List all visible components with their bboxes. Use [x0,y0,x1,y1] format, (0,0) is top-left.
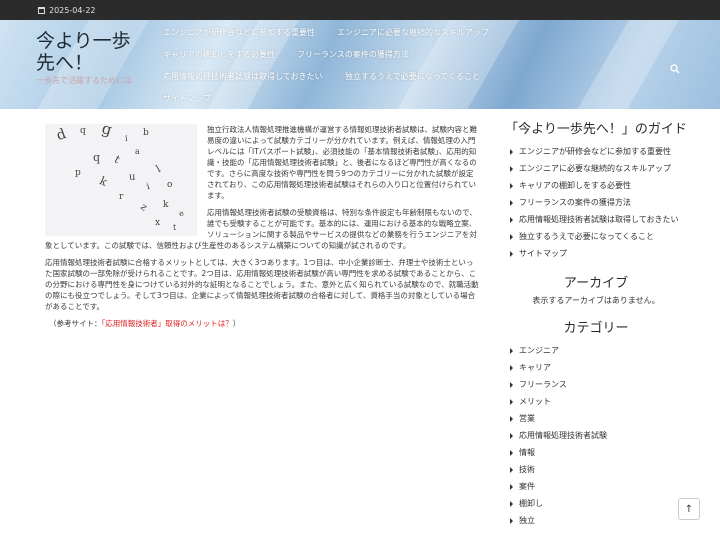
top-bar: 2025-04-22 [0,0,720,20]
article-paragraph: 応用情報処理技術者試験に合格するメリットとしては、大きく3つあります。1つ目は、… [45,258,479,311]
guide-item[interactable]: サイトマップ [510,245,687,262]
archive-empty-text: 表示するアーカイブはありません。 [532,296,660,305]
category-item[interactable]: 棚卸し [510,495,687,512]
site-title[interactable]: 今より一歩先へ！ [36,30,146,74]
guide-item[interactable]: 独立するうえで必要になってくること [510,228,687,245]
category-item[interactable]: 応用情報処理技術者試験 [510,427,687,444]
article-image: d q g i b q t a l p k u i o r z k e x t [45,124,197,236]
guide-item[interactable]: フリーランスの案件の獲得方法 [510,194,687,211]
sidebar: 「今より一歩先へ！」のガイド エンジニアが研修会などに参加する重要性 エンジニア… [505,122,687,529]
category-item[interactable]: フリーランス [510,376,687,393]
category-item[interactable]: メリット [510,393,687,410]
guide-item[interactable]: 応用情報処理技術者試験は取得しておきたい [510,211,687,228]
category-item[interactable]: 情報 [510,444,687,461]
arrow-up-icon: ↑ [684,503,694,515]
guide-item[interactable]: キャリアの棚卸しをする必要性 [510,177,687,194]
archive-widget-title: アーカイブ [563,276,629,291]
nav-item-skillup[interactable]: エンジニアに必要な継続的なスキルアップ [337,27,489,38]
guide-list: エンジニアが研修会などに参加する重要性 エンジニアに必要な継続的なスキルアップ … [510,143,687,262]
site-header: 今より一歩先へ！ 一歩先で活躍するためには エンジニアが研修会などに参加する重要… [0,20,720,109]
guide-item[interactable]: エンジニアが研修会などに参加する重要性 [510,143,687,160]
category-item[interactable]: 独立 [510,512,687,529]
nav-item-independence[interactable]: 独立するうえで必要になってくること [345,71,480,82]
site-tagline: 一歩先で活躍するためには [36,76,132,85]
category-list: エンジニア キャリア フリーランス メリット 営業 応用情報処理技術者試験 情報… [510,342,687,529]
calendar-icon [38,6,45,14]
category-item[interactable]: 営業 [510,410,687,427]
guide-widget-title: 「今より一歩先へ！」のガイド [505,122,687,137]
category-item[interactable]: キャリア [510,359,687,376]
search-icon[interactable] [669,60,681,74]
category-item[interactable]: エンジニア [510,342,687,359]
reference-line: （参考サイト：「応用情報技術者」取得のメリットは？） [45,318,480,329]
reference-suffix: ） [232,319,241,328]
category-item[interactable]: 案件 [510,478,687,495]
article-content: d q g i b q t a l p k u i o r z k e x t … [45,124,480,335]
category-item[interactable]: 技術 [510,461,687,478]
nav-item-exam[interactable]: 応用情報処理技術者試験は取得しておきたい [163,71,323,82]
nav-item-sitemap[interactable]: サイトマップ [163,93,211,104]
nav-item-freelance[interactable]: フリーランスの案件の獲得方法 [297,49,409,60]
category-widget-title: カテゴリー [563,321,629,336]
back-to-top-button[interactable]: ↑ [678,498,700,520]
nav-item-career[interactable]: キャリアの棚卸しをする必要性 [163,49,275,60]
reference-link[interactable]: 「応用情報技術者」取得のメリットは？ [102,319,233,328]
header-bg-facet [565,20,685,109]
nav-item-training[interactable]: エンジニアが研修会などに参加する重要性 [163,27,315,38]
post-date: 2025-04-22 [49,5,96,15]
reference-prefix: （参考サイト： [49,319,102,328]
guide-item[interactable]: エンジニアに必要な継続的なスキルアップ [510,160,687,177]
